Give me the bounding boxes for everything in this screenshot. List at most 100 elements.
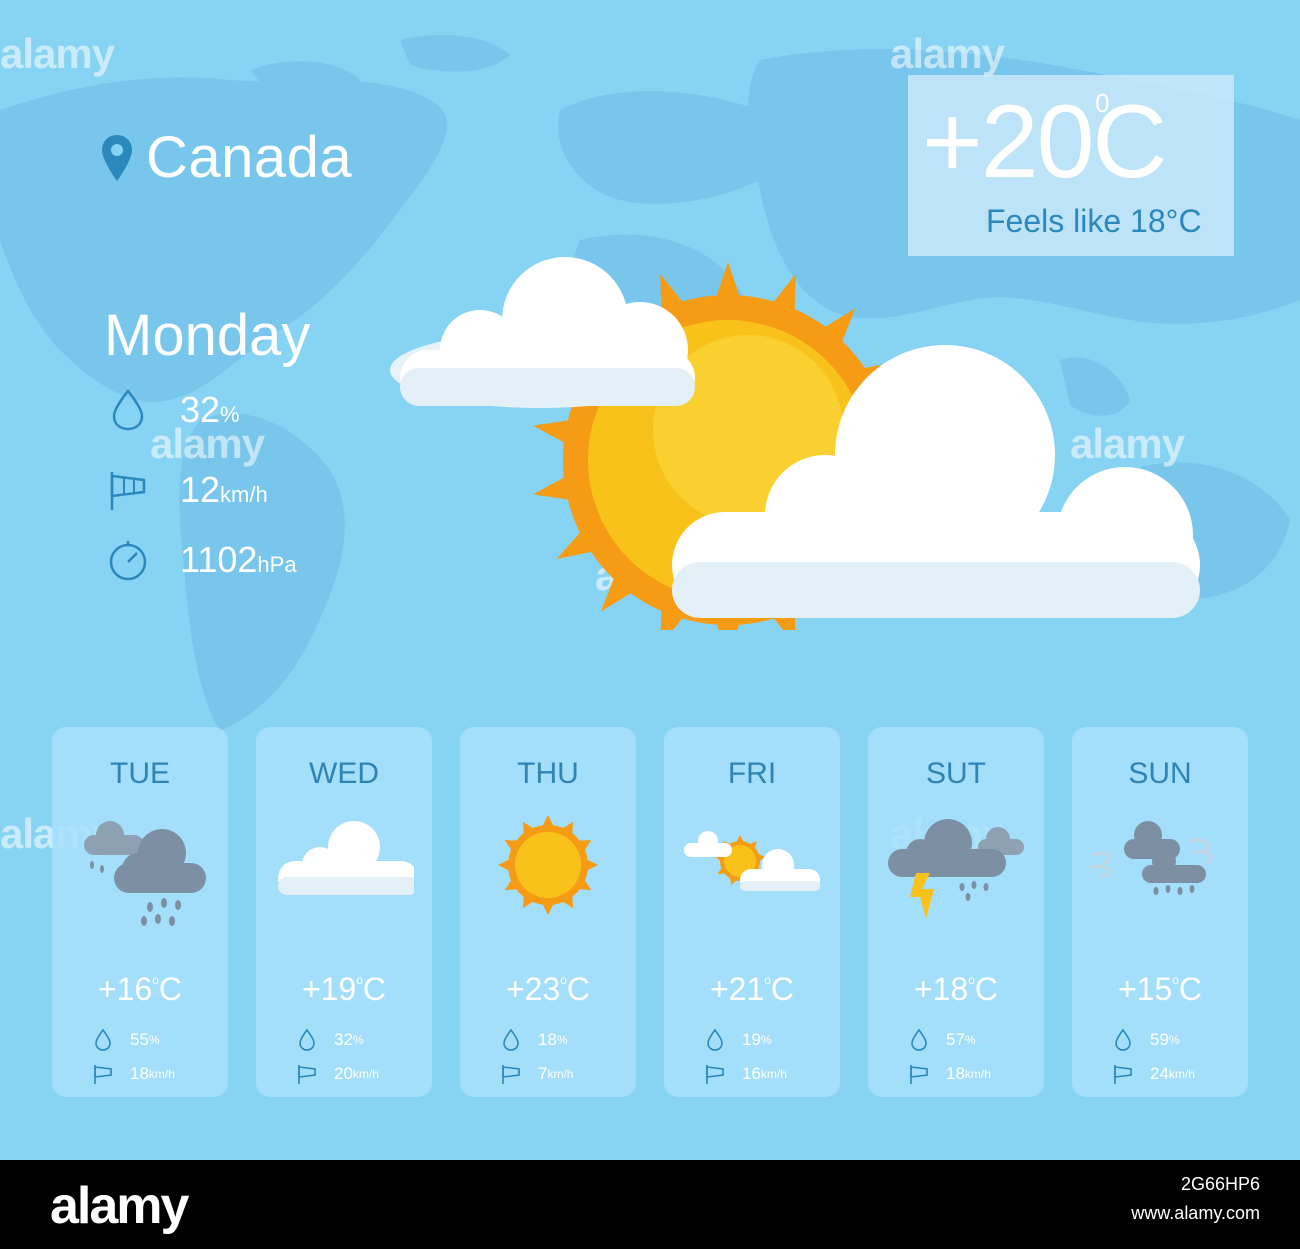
forecast-temp-unit: C: [974, 971, 999, 1007]
forecast-wind: 18 km/h: [92, 1063, 175, 1085]
forecast-card-fri[interactable]: FRI +21oC 19% 16 km/h: [664, 727, 840, 1097]
wind-unit: km/h: [220, 482, 268, 507]
forecast-day: SUT: [926, 757, 986, 790]
droplet-icon: [503, 1029, 519, 1051]
wind-unit: km/h: [760, 1067, 787, 1081]
forecast-temperature: +18oC: [868, 971, 1044, 1008]
degree-symbol: o: [356, 973, 363, 987]
degree-symbol: o: [764, 973, 771, 987]
pressure-value: 1102hPa: [180, 539, 297, 581]
wind-number: 12: [180, 469, 221, 510]
forecast-day: SUN: [1128, 757, 1192, 790]
wind-number: 18: [946, 1064, 965, 1083]
forecast-card-sun[interactable]: SUN +15oC 59% 24 km/h: [1072, 727, 1248, 1097]
windsock-icon: [502, 1065, 520, 1084]
degree-symbol: o: [560, 973, 567, 987]
humidity-unit: %: [220, 402, 240, 427]
wind-number: 18: [130, 1064, 149, 1083]
forecast-wind: 16 km/h: [704, 1063, 787, 1085]
humidity-unit: %: [556, 1033, 568, 1047]
gauge-icon: [109, 541, 147, 581]
windsock-icon: [1114, 1065, 1132, 1084]
image-meta: 2G66HP6 www.alamy.com: [1131, 1170, 1260, 1228]
forecast-temperature: +21oC: [664, 971, 840, 1008]
forecast-wind: 18 km/h: [908, 1063, 991, 1085]
current-day: Monday: [104, 303, 311, 368]
sun-icon: [498, 815, 598, 915]
windsock-icon: [910, 1065, 928, 1084]
humidity-unit: %: [352, 1033, 364, 1047]
weather-app: alamy alamy alamy alamy alamy alamy alam…: [0, 0, 1300, 1160]
degree-symbol: o: [152, 973, 159, 987]
wind-unit: km/h: [964, 1067, 991, 1081]
location[interactable]: Canada: [100, 124, 352, 191]
humidity-unit: %: [760, 1033, 772, 1047]
forecast-humidity: 55%: [92, 1029, 160, 1051]
humidity-number: 55: [130, 1030, 149, 1049]
forecast-humidity: 32%: [296, 1029, 364, 1051]
wind-number: 16: [742, 1064, 761, 1083]
forecast-row: TUE +16oC 55% 18 km/h WED +19oC 32 % 20 …: [52, 727, 1248, 1097]
cloud-icon: [390, 257, 695, 408]
forecast-humidity: 19%: [704, 1029, 772, 1051]
rain-clouds-icon: [84, 821, 206, 926]
location-pin-icon: [102, 134, 132, 181]
humidity-number: 32: [180, 389, 221, 430]
droplet-icon: [911, 1029, 927, 1051]
forecast-temp-value: +18: [913, 971, 969, 1007]
site-url: www.alamy.com: [1131, 1202, 1260, 1223]
current-temp-value: +20: [922, 84, 1094, 200]
degree-symbol: o: [968, 973, 975, 987]
droplet-icon: [112, 389, 144, 431]
humidity-value: 32%: [180, 389, 240, 431]
forecast-humidity: 18%: [500, 1029, 568, 1051]
forecast-temp-unit: C: [158, 971, 183, 1007]
location-name: Canada: [146, 125, 353, 190]
forecast-day: THU: [517, 757, 579, 790]
forecast-temp-value: +21: [709, 971, 765, 1007]
droplet-icon: [299, 1029, 315, 1051]
current-temperature-panel: +20C 0 Feels like 18°C: [908, 75, 1234, 256]
pressure-number: 1102: [180, 539, 258, 580]
thunderstorm-icon: [888, 819, 1024, 919]
forecast-card-thu[interactable]: THU +23oC 18% 7 km/h: [460, 727, 636, 1097]
forecast-card-sut[interactable]: SUT +18oC 57% 18 km/h: [868, 727, 1044, 1097]
watermark-text: alamy: [0, 30, 115, 77]
stock-banner: alamy 2G66HP6 www.alamy.com: [0, 1160, 1300, 1249]
forecast-temp-value: +15: [1117, 971, 1173, 1007]
forecast-temp-unit: C: [362, 971, 387, 1007]
humidity-number: 32: [334, 1030, 353, 1049]
windsock-icon: [298, 1065, 316, 1084]
pressure-stat: 1102hPa: [106, 538, 297, 582]
brand-logo: alamy: [50, 1177, 189, 1235]
image-id: 2G66HP6: [1180, 1174, 1260, 1194]
forecast-card-wed[interactable]: WED +19oC 32% 20 km/h: [256, 727, 432, 1097]
droplet-icon: [707, 1029, 723, 1051]
wind-value: 12km/h: [180, 469, 268, 511]
humidity-unit: %: [1168, 1033, 1180, 1047]
wind-number: 7: [538, 1064, 548, 1083]
humidity-stat: 32%: [106, 388, 240, 432]
forecast-humidity: 59%: [1112, 1029, 1180, 1051]
degree-symbol: o: [1172, 973, 1179, 987]
cloud-icon: [278, 821, 414, 895]
forecast-temperature: +23oC: [460, 971, 636, 1008]
forecast-temperature: +19oC: [256, 971, 432, 1008]
partly-cloudy-illustration: [390, 257, 1200, 630]
forecast-temp-value: +16: [97, 971, 153, 1007]
pressure-unit: hPa: [257, 552, 297, 577]
degree-symbol: 0: [1095, 88, 1110, 118]
forecast-day: FRI: [727, 757, 777, 790]
forecast-wind: 7 km/h: [500, 1063, 573, 1085]
wind-unit: km/h: [1168, 1067, 1195, 1081]
wind-unit: km/h: [148, 1067, 175, 1081]
forecast-card-tue[interactable]: TUE +16oC 55% 18 km/h: [52, 727, 228, 1097]
wind-number: 24: [1150, 1064, 1169, 1083]
humidity-number: 57: [946, 1030, 965, 1049]
windsock-icon: [94, 1065, 112, 1084]
forecast-temp-unit: C: [770, 971, 795, 1007]
forecast-temp-unit: C: [1178, 971, 1203, 1007]
forecast-humidity: 57%: [908, 1029, 976, 1051]
humidity-unit: %: [964, 1033, 976, 1047]
windy-rain-icon: [1090, 821, 1212, 895]
